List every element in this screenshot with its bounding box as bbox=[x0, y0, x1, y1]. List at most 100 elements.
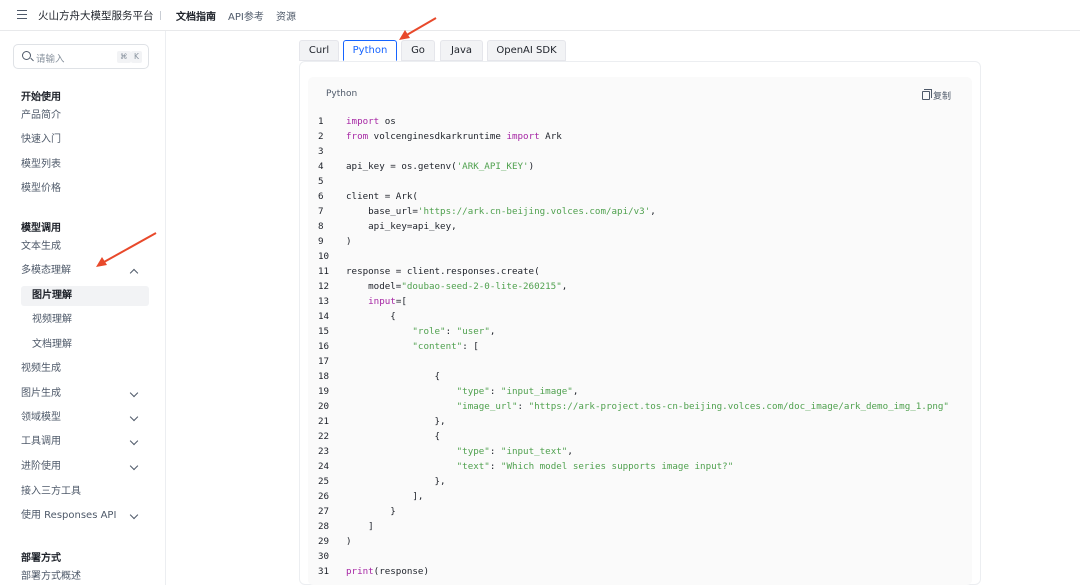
sidebar-item-video-generation[interactable]: 视频生成 bbox=[21, 359, 151, 379]
sidebar-item-model-list[interactable]: 模型列表 bbox=[21, 155, 151, 175]
code-line: 17 bbox=[318, 354, 346, 369]
sidebar-item-deployment-overview[interactable]: 部署方式概述 bbox=[21, 567, 151, 585]
brand-title[interactable]: 火山方舟大模型服务平台 bbox=[38, 8, 154, 23]
sidebar-item-tool-calling[interactable]: 工具调用 bbox=[21, 432, 151, 452]
sidebar-item-product-intro[interactable]: 产品简介 bbox=[21, 106, 151, 126]
sidebar-item-video-understanding[interactable]: 视频理解 bbox=[21, 310, 149, 330]
line-number: 6 bbox=[318, 191, 324, 202]
code-token: , bbox=[489, 326, 496, 337]
red-arrow-icon bbox=[399, 17, 437, 40]
chevron-down-icon bbox=[129, 461, 139, 471]
code-token: "text" bbox=[456, 461, 490, 472]
code-line: 21 }, bbox=[318, 414, 446, 429]
code-token: ] bbox=[346, 521, 374, 532]
code-line: 16 "content": [ bbox=[318, 339, 479, 354]
sidebar-item-responses-api[interactable]: 使用 Responses API bbox=[21, 506, 151, 526]
tab-java[interactable]: Java bbox=[440, 40, 483, 61]
line-number: 7 bbox=[318, 206, 324, 217]
code-token: , bbox=[561, 281, 568, 292]
sidebar-item-document-understanding[interactable]: 文档理解 bbox=[21, 335, 149, 355]
nav-api-reference[interactable]: API参考 bbox=[228, 8, 264, 23]
sidebar-item-label: 工具调用 bbox=[21, 436, 61, 447]
code-line: 30 bbox=[318, 549, 346, 564]
code-token: "https://ark-project.tos-cn-beijing.volc… bbox=[528, 401, 949, 412]
line-number: 19 bbox=[318, 386, 330, 397]
code-token: volcenginesdkarkruntime bbox=[368, 131, 507, 142]
code-token: : bbox=[517, 401, 529, 412]
code-token: : bbox=[445, 326, 457, 337]
search-placeholder: 请输入 bbox=[36, 54, 65, 65]
code-token: "input_image" bbox=[500, 386, 573, 397]
code-token: client = Ark( bbox=[346, 191, 418, 202]
code-token: { bbox=[346, 431, 441, 442]
tab-go[interactable]: Go bbox=[401, 40, 435, 61]
sidebar-item-quickstart[interactable]: 快速入门 bbox=[21, 130, 151, 150]
line-number: 25 bbox=[318, 476, 330, 487]
line-number: 28 bbox=[318, 521, 330, 532]
copy-button[interactable]: 复制 bbox=[922, 89, 951, 102]
tab-openai-sdk[interactable]: OpenAI SDK bbox=[487, 40, 566, 61]
code-line: 14 { bbox=[318, 309, 396, 324]
nav-docs-guide[interactable]: 文档指南 bbox=[176, 8, 216, 23]
code-line: 11 response = client.responses.create( bbox=[318, 264, 540, 279]
code-token: }, bbox=[346, 416, 446, 427]
code-token: "type" bbox=[456, 446, 490, 457]
sidebar: 请输入 ⌘ K 开始使用 产品简介 快速入门 模型列表 模型价格 模型调用 文本… bbox=[0, 31, 166, 585]
code-line: 27 } bbox=[318, 504, 396, 519]
code-line: 13 input=[ bbox=[318, 294, 407, 309]
code-token: api_key=api_key, bbox=[346, 221, 457, 232]
code-token: ) bbox=[346, 236, 352, 247]
code-token: (response) bbox=[373, 566, 429, 577]
tab-python[interactable]: Python bbox=[343, 40, 397, 61]
sidebar-item-label: 进阶使用 bbox=[21, 461, 61, 472]
code-line: 23 "type": "input_text", bbox=[318, 444, 573, 459]
chevron-down-icon bbox=[129, 436, 139, 446]
code-token: ) bbox=[346, 536, 352, 547]
nav-resources[interactable]: 资源 bbox=[276, 8, 296, 23]
line-number: 17 bbox=[318, 356, 330, 367]
line-number: 13 bbox=[318, 296, 330, 307]
line-number: 14 bbox=[318, 311, 330, 322]
code-token: "input_text" bbox=[500, 446, 568, 457]
line-number: 10 bbox=[318, 251, 330, 262]
search-input[interactable]: 请输入 ⌘ K bbox=[13, 44, 149, 69]
code-line: 18 { bbox=[318, 369, 440, 384]
code-token: response = client.responses.create( bbox=[346, 266, 540, 277]
code-token: import bbox=[346, 116, 380, 127]
code-line: 29) bbox=[318, 534, 352, 549]
divider bbox=[160, 11, 161, 20]
code-line: 12 model="doubao-seed-2-0-lite-260215", bbox=[318, 279, 567, 294]
sidebar-item-image-understanding[interactable]: 图片理解 bbox=[21, 286, 149, 306]
line-number: 20 bbox=[318, 401, 330, 412]
code-line: 7 base_url='https://ark.cn-beijing.volce… bbox=[318, 204, 656, 219]
top-bar: 火山方舟大模型服务平台 文档指南 API参考 资源 bbox=[0, 0, 1080, 31]
line-number: 31 bbox=[318, 566, 330, 577]
code-token: model= bbox=[346, 281, 402, 292]
code-line: 9) bbox=[318, 234, 352, 249]
code-token: : bbox=[489, 386, 501, 397]
code-token: =[ bbox=[395, 296, 407, 307]
code-token: , bbox=[650, 206, 656, 217]
code-token: "role" bbox=[412, 326, 446, 337]
sidebar-item-model-pricing[interactable]: 模型价格 bbox=[21, 179, 151, 199]
code-token: }, bbox=[346, 476, 446, 487]
chevron-down-icon bbox=[129, 412, 139, 422]
code-token: } bbox=[346, 506, 396, 517]
tab-curl[interactable]: Curl bbox=[299, 40, 339, 61]
code-token: "image_url" bbox=[456, 401, 518, 412]
sidebar-item-image-generation[interactable]: 图片生成 bbox=[21, 384, 151, 404]
sidebar-item-advanced-usage[interactable]: 进阶使用 bbox=[21, 457, 151, 477]
code-token: input bbox=[368, 296, 396, 307]
code-token: { bbox=[346, 311, 396, 322]
code-token: print bbox=[346, 566, 374, 577]
line-number: 24 bbox=[318, 461, 330, 472]
sidebar-item-domain-models[interactable]: 领域模型 bbox=[21, 408, 151, 428]
menu-icon[interactable] bbox=[17, 10, 27, 20]
sidebar-item-label: 领域模型 bbox=[21, 412, 61, 423]
code-token: : [ bbox=[462, 341, 479, 352]
sidebar-item-third-party-tools[interactable]: 接入三方工具 bbox=[21, 482, 151, 502]
code-line: 24 "text": "Which model series supports … bbox=[318, 459, 733, 474]
line-number: 21 bbox=[318, 416, 330, 427]
search-icon bbox=[22, 51, 31, 60]
